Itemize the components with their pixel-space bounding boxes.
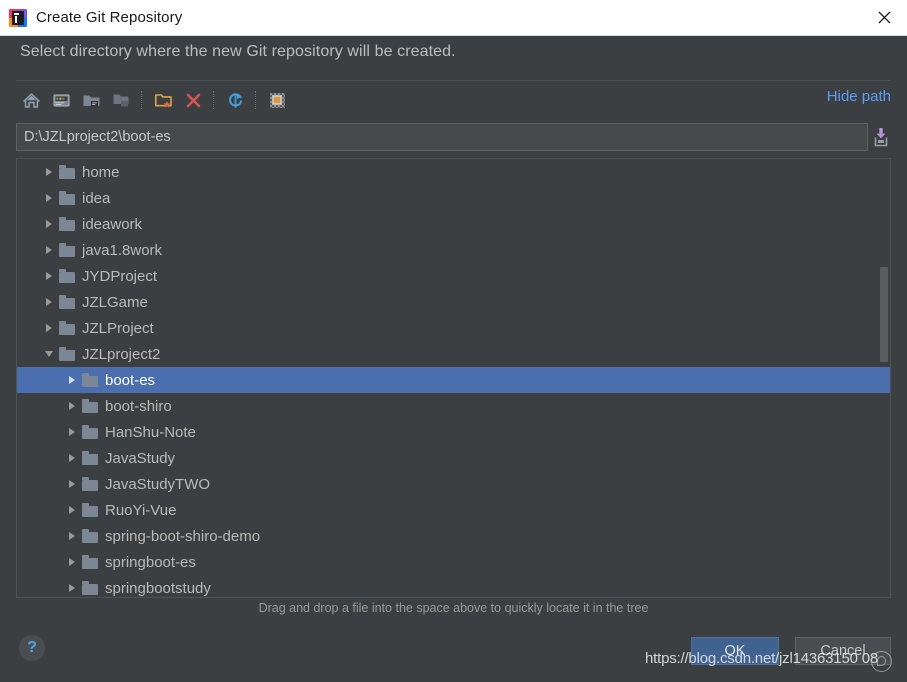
tree-rows-container: home idea ideawork java1.8work JYDProject JZL…: [17, 159, 890, 597]
toolbar-separator: [141, 91, 143, 109]
chevron-right-icon[interactable]: [39, 159, 59, 185]
tree-row-label: boot-es: [105, 371, 156, 389]
folder-icon: [82, 425, 98, 439]
show-hidden-files-icon[interactable]: [262, 86, 292, 114]
help-button[interactable]: ?: [19, 635, 45, 661]
chevron-right-icon[interactable]: [39, 289, 59, 315]
path-input[interactable]: [16, 123, 868, 151]
folder-icon: [59, 165, 75, 179]
tree-row[interactable]: JavaStudyTWO: [17, 471, 890, 497]
tree-row-label: JYDProject: [82, 267, 158, 285]
tree-row-label: HanShu-Note: [105, 423, 196, 441]
chevron-right-icon[interactable]: [39, 315, 59, 341]
chevron-down-icon[interactable]: [39, 341, 59, 367]
hide-path-link[interactable]: Hide path: [827, 88, 891, 105]
tree-row[interactable]: JZLProject: [17, 315, 890, 341]
chevron-right-icon[interactable]: [39, 237, 59, 263]
tree-scrollbar[interactable]: [878, 160, 889, 597]
tree-row[interactable]: RuoYi-Vue: [17, 497, 890, 523]
dialog-description: Select directory where the new Git repos…: [20, 43, 456, 60]
folder-icon: [82, 373, 98, 387]
delete-icon[interactable]: [178, 86, 208, 114]
folder-icon: [82, 451, 98, 465]
tree-row[interactable]: JYDProject: [17, 263, 890, 289]
chevron-right-icon[interactable]: [39, 211, 59, 237]
tree-row[interactable]: springboot-es: [17, 549, 890, 575]
folder-icon: [59, 295, 75, 309]
tree-row[interactable]: java1.8work: [17, 237, 890, 263]
chevron-right-icon[interactable]: [62, 471, 82, 497]
chevron-right-icon[interactable]: [62, 393, 82, 419]
folder-icon: [59, 269, 75, 283]
collapse-folder-icon[interactable]: [106, 86, 136, 114]
folder-icon: [59, 217, 75, 231]
home-icon[interactable]: [16, 86, 46, 114]
project-folder-icon[interactable]: [76, 86, 106, 114]
chevron-right-icon[interactable]: [62, 367, 82, 393]
desktop-icon[interactable]: [46, 86, 76, 114]
folder-icon: [82, 529, 98, 543]
tree-row-label: idea: [82, 189, 111, 207]
toolbar-separator: [255, 91, 257, 109]
tree-row-label: JZLProject: [82, 319, 154, 337]
folder-icon: [59, 243, 75, 257]
tree-row-label: JZLGame: [82, 293, 148, 311]
create-git-repository-dialog: Create Git Repository Select directory w…: [0, 0, 907, 682]
tree-row-label: springbootstudy: [105, 579, 211, 597]
tree-row-label: java1.8work: [82, 241, 163, 259]
tree-row[interactable]: spring-boot-shiro-demo: [17, 523, 890, 549]
file-chooser-toolbar: Hide path: [16, 85, 891, 115]
chevron-right-icon[interactable]: [62, 419, 82, 445]
folder-icon: [82, 581, 98, 595]
tree-row[interactable]: JZLGame: [17, 289, 890, 315]
folder-icon: [82, 555, 98, 569]
folder-icon: [82, 477, 98, 491]
folder-icon: [59, 347, 75, 361]
divider: [16, 80, 891, 81]
window-title: Create Git Repository: [36, 9, 183, 26]
toolbar-separator: [213, 91, 215, 109]
tree-row-label: home: [82, 163, 120, 181]
tree-row[interactable]: boot-shiro: [17, 393, 890, 419]
ok-button[interactable]: OK: [691, 637, 779, 665]
folder-icon: [59, 321, 75, 335]
refresh-icon[interactable]: [220, 86, 250, 114]
tree-row[interactable]: HanShu-Note: [17, 419, 890, 445]
chevron-right-icon[interactable]: [39, 263, 59, 289]
cancel-button[interactable]: Cancel: [795, 637, 891, 665]
tree-scrollbar-thumb[interactable]: [880, 267, 888, 362]
tree-row-label: ideawork: [82, 215, 143, 233]
tree-row-label: RuoYi-Vue: [105, 501, 177, 519]
drag-drop-hint: Drag and drop a file into the space abov…: [258, 601, 649, 615]
chevron-right-icon[interactable]: [62, 445, 82, 471]
chevron-right-icon[interactable]: [62, 575, 82, 597]
tree-row[interactable]: home: [17, 159, 890, 185]
close-icon[interactable]: [861, 0, 907, 34]
tree-row-label: JavaStudyTWO: [105, 475, 211, 493]
chevron-right-icon[interactable]: [62, 523, 82, 549]
intellij-idea-icon: [9, 8, 27, 27]
tree-row[interactable]: JZLproject2: [17, 341, 890, 367]
title-bar: Create Git Repository: [0, 0, 907, 36]
folder-icon: [82, 399, 98, 413]
tree-row[interactable]: springbootstudy: [17, 575, 890, 597]
path-row: [16, 123, 891, 151]
folder-icon: [59, 191, 75, 205]
chevron-right-icon[interactable]: [39, 185, 59, 211]
tree-row[interactable]: ideawork: [17, 211, 890, 237]
folder-icon: [82, 503, 98, 517]
chevron-right-icon[interactable]: [62, 549, 82, 575]
tree-row-label: boot-shiro: [105, 397, 172, 415]
tree-row-label: JavaStudy: [105, 449, 176, 467]
new-folder-icon[interactable]: [148, 86, 178, 114]
drop-target-icon[interactable]: [871, 123, 891, 151]
tree-row[interactable]: idea: [17, 185, 890, 211]
chevron-right-icon[interactable]: [62, 497, 82, 523]
tree-row[interactable]: boot-es: [17, 367, 890, 393]
tree-row-label: springboot-es: [105, 553, 196, 571]
tree-row[interactable]: JavaStudy: [17, 445, 890, 471]
directory-tree[interactable]: home idea ideawork java1.8work JYDProject JZL…: [16, 158, 891, 598]
tree-row-label: JZLproject2: [82, 345, 161, 363]
tree-row-label: spring-boot-shiro-demo: [105, 527, 261, 545]
